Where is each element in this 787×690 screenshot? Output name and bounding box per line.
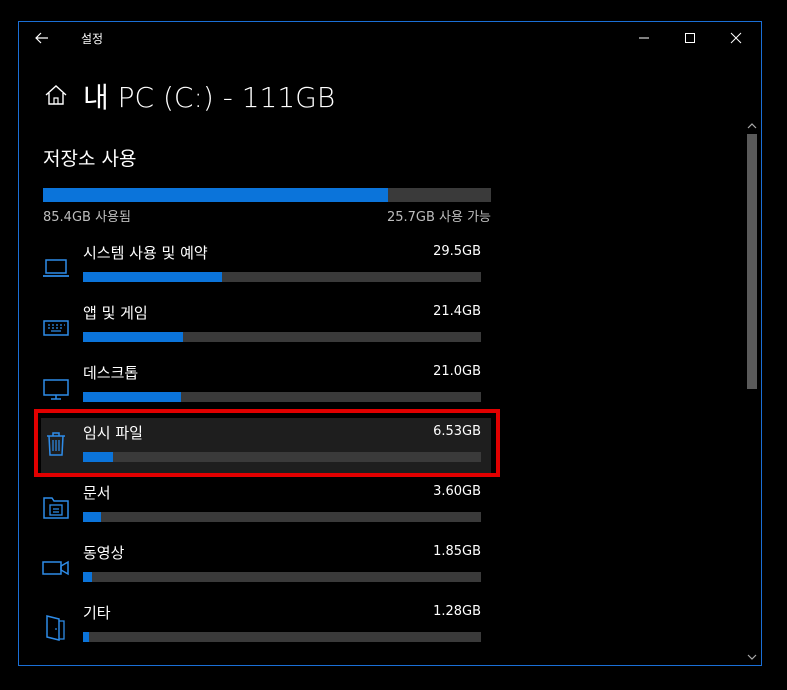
category-bar-fill (83, 572, 92, 582)
category-bar-fill (83, 392, 181, 402)
category-temp-files[interactable]: 임시 파일 6.53GB (41, 418, 491, 474)
category-bar-fill (83, 632, 89, 642)
category-size: 21.4GB (433, 304, 481, 319)
title-bar: 설정 (19, 22, 761, 54)
used-space-label: 85.4GB 사용됨 (43, 210, 131, 225)
minimize-button[interactable] (621, 22, 667, 54)
category-size: 29.5GB (433, 244, 481, 259)
category-name: 문서 (83, 484, 111, 502)
category-desktop[interactable]: 데스크톱 21.0GB (41, 362, 491, 422)
settings-window: 설정 내 PC (C:) - 111GB 저장소 사용 85.4GB 사용됨 2… (18, 21, 762, 666)
category-bar-fill (83, 452, 113, 462)
scroll-thumb[interactable] (747, 134, 757, 389)
close-icon (730, 32, 742, 44)
category-bar (83, 632, 481, 642)
category-bar-fill (83, 272, 223, 282)
category-size: 1.85GB (433, 544, 481, 559)
keyboard-icon (43, 320, 69, 336)
documents-icon (43, 497, 69, 519)
category-name: 시스템 사용 및 예약 (83, 244, 208, 262)
trash-icon (47, 432, 65, 456)
back-button[interactable] (31, 27, 53, 49)
category-bar (83, 572, 481, 582)
category-other[interactable]: 기타 1.28GB (41, 602, 491, 662)
category-size: 3.60GB (433, 484, 481, 499)
scroll-down-button[interactable] (745, 649, 759, 663)
monitor-icon (43, 379, 69, 400)
category-size: 21.0GB (433, 364, 481, 379)
category-bar (83, 452, 481, 462)
category-size: 1.28GB (433, 604, 481, 619)
window-title: 설정 (81, 32, 104, 46)
category-size: 6.53GB (433, 424, 481, 439)
category-system-reserved[interactable]: 시스템 사용 및 예약 29.5GB (41, 242, 491, 302)
close-button[interactable] (713, 22, 759, 54)
category-bar-fill (83, 332, 183, 342)
total-storage-fill (43, 188, 388, 202)
vertical-scrollbar[interactable] (745, 118, 759, 663)
category-name: 기타 (83, 604, 111, 622)
total-storage-bar (43, 188, 491, 202)
page-title: 내 PC (C:) - 111GB (83, 81, 336, 114)
category-bar (83, 512, 481, 522)
category-apps-games[interactable]: 앱 및 게임 21.4GB (41, 302, 491, 362)
category-bar-fill (83, 512, 101, 522)
home-icon[interactable] (43, 82, 69, 108)
category-bar (83, 392, 481, 402)
category-name: 앱 및 게임 (83, 304, 148, 322)
other-files-icon (46, 615, 65, 641)
category-bar (83, 332, 481, 342)
chevron-down-icon (747, 654, 757, 660)
maximize-button[interactable] (667, 22, 713, 54)
maximize-icon (685, 33, 695, 43)
category-name: 데스크톱 (83, 364, 139, 382)
section-title: 저장소 사용 (43, 148, 137, 170)
free-space-label: 25.7GB 사용 가능 (386, 210, 491, 225)
back-arrow-icon (35, 32, 48, 44)
category-name: 임시 파일 (83, 424, 143, 442)
scroll-track[interactable] (747, 134, 757, 647)
video-camera-icon (42, 560, 69, 576)
category-name: 동영상 (83, 544, 125, 562)
minimize-icon (639, 37, 649, 39)
category-bar (83, 272, 481, 282)
laptop-icon (43, 259, 69, 277)
scroll-up-button[interactable] (745, 118, 759, 132)
chevron-up-icon (747, 123, 757, 129)
category-documents[interactable]: 문서 3.60GB (41, 482, 491, 542)
category-videos[interactable]: 동영상 1.85GB (41, 542, 491, 602)
